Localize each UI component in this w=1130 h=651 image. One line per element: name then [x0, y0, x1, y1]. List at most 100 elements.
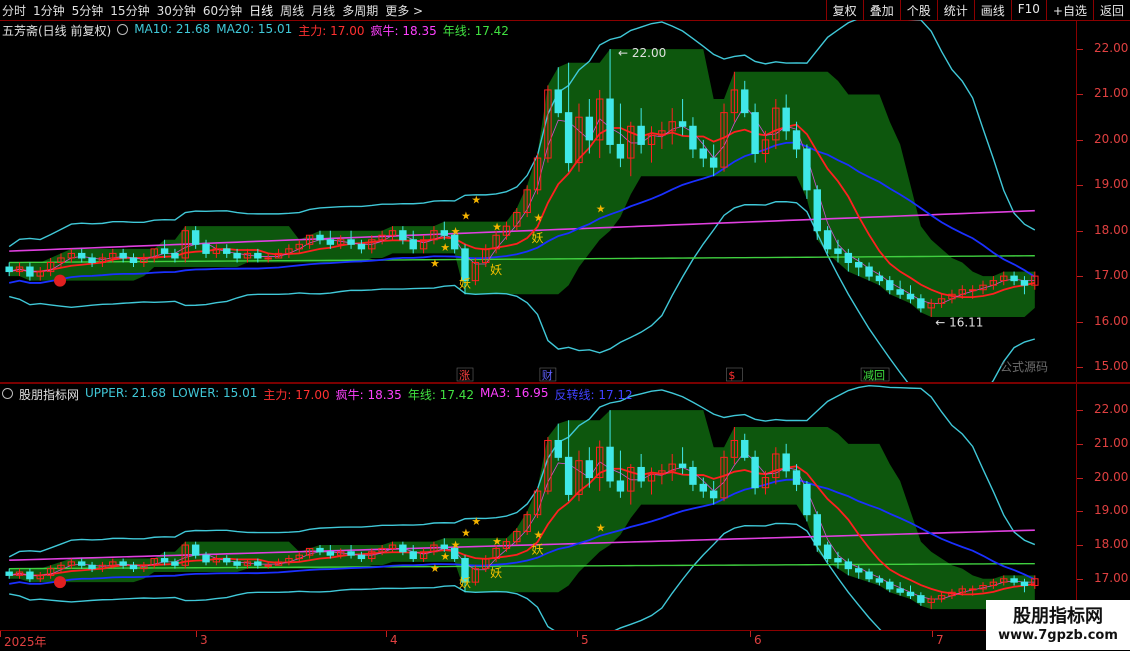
candle-body — [399, 544, 407, 553]
candle-body — [191, 544, 200, 556]
candle-body — [741, 89, 749, 114]
x-tick-label: 3 — [200, 633, 208, 647]
y-tick — [1077, 94, 1083, 96]
y-tick-label: 18.00 — [1094, 537, 1129, 552]
main-indicator-1: MA20: 15.01 — [216, 22, 293, 36]
x-tick — [196, 631, 197, 637]
indicator-legend: 股朋指标网 UPPER: 21.68 LOWER: 15.01 主力: 17.00 疯… — [2, 386, 633, 403]
yellow-star-icon: ★ — [492, 535, 502, 548]
toolbar-button-1[interactable]: 叠加 — [862, 0, 900, 20]
candle-body — [77, 561, 86, 566]
candle-body — [616, 143, 625, 159]
candle-body — [886, 581, 894, 590]
period-tab-5[interactable]: 60分钟 — [203, 2, 242, 19]
collapse-toggle-icon[interactable] — [117, 24, 129, 35]
candle-body — [129, 564, 138, 570]
candle-body — [564, 112, 573, 164]
candle-body — [347, 239, 355, 245]
candle-body — [751, 112, 759, 155]
period-tab-0[interactable]: 分时 — [2, 2, 26, 19]
indicator-panel[interactable]: 股朋指标网 UPPER: 21.68 LOWER: 15.01 主力: 17.00 疯… — [0, 384, 1076, 630]
y-tick — [1077, 545, 1083, 547]
sub-indicator-5: MA3: 16.95 — [480, 386, 549, 400]
site-logo: 股朋指标网 www.7gpzb.com — [986, 600, 1130, 650]
period-tab-7[interactable]: 周线 — [280, 2, 304, 19]
candle-body — [844, 561, 853, 570]
cai-marker: 财 — [542, 368, 553, 382]
period-tab-1[interactable]: 1分钟 — [33, 2, 65, 19]
main-legend: 五芳斋(日线 前复权) MA10: 21.68 MA20: 15.01 主力: 17… — [2, 22, 509, 39]
period-tab-4[interactable]: 30分钟 — [157, 2, 196, 19]
toolbar-button-0[interactable]: 复权 — [825, 0, 863, 20]
candle-body — [254, 561, 262, 566]
y-tick-label: 18.00 — [1094, 222, 1129, 237]
candle-body — [886, 280, 894, 291]
candle-body — [854, 568, 863, 573]
low-price-label: ← 16.11 — [935, 316, 983, 330]
yellow-star-icon: ★ — [430, 257, 440, 270]
yellow-star-icon: ★ — [492, 221, 502, 234]
candle-body — [834, 248, 842, 254]
candle-body — [803, 148, 811, 191]
yellow-star-icon: ★ — [440, 241, 450, 254]
candle-body — [357, 554, 366, 560]
candle-body — [409, 239, 417, 250]
period-tabs: 分时 1分钟 5分钟 15分钟 30分钟 60分钟 日线 周线 月线 多周期 更多 > — [2, 2, 423, 19]
candle-body — [896, 588, 904, 593]
toolbar-button-2[interactable]: 个股 — [899, 0, 937, 20]
y-tick-label: 22.00 — [1094, 41, 1129, 56]
jian-marker: 减回 — [863, 369, 885, 382]
y-tick — [1077, 511, 1083, 513]
logo-url: www.7gpzb.com — [998, 628, 1118, 643]
candle-body — [223, 558, 231, 563]
candle-body — [865, 266, 873, 277]
candle-body — [792, 130, 801, 150]
candle-body — [689, 466, 697, 485]
toolbar-button-7[interactable]: 返回 — [1092, 0, 1130, 20]
candle-body — [865, 571, 873, 580]
toolbar-buttons: 复权 叠加 个股 统计 画线 F10 +自选 返回 — [825, 0, 1130, 20]
period-tab-3[interactable]: 15分钟 — [110, 2, 149, 19]
toolbar-button-6[interactable]: +自选 — [1045, 0, 1093, 20]
y-tick — [1077, 443, 1083, 445]
toolbar-button-5[interactable]: F10 — [1010, 0, 1046, 20]
candle-body — [316, 547, 324, 553]
toolbar-button-4[interactable]: 画线 — [973, 0, 1011, 20]
candle-body — [823, 230, 832, 250]
yellow-star-icon: ★ — [471, 515, 481, 528]
candle-body — [254, 252, 262, 259]
candle-body — [585, 116, 594, 141]
candle-body — [906, 591, 915, 597]
sub-indicator-0: UPPER: 21.68 — [85, 386, 167, 400]
top-toolbar: 分时 1分钟 5分钟 15分钟 30分钟 60分钟 日线 周线 月线 多周期 更多 > 复权 叠加 个股… — [0, 0, 1130, 21]
candle-body — [88, 564, 96, 570]
y-tick — [1077, 230, 1083, 232]
candle-body — [709, 157, 718, 168]
main-kline-panel[interactable]: 五芳斋(日线 前复权) MA10: 21.68 MA20: 15.01 主力: 17… — [0, 20, 1076, 382]
period-tab-6[interactable]: 日线 — [249, 2, 273, 19]
main-kline-chart[interactable]: ★★★★★★★★妖妖妖← 22.00← 16.11涨财 $ 减回 — [0, 20, 1076, 382]
indicator-chart[interactable]: ★★★★★★★★妖妖妖 — [0, 384, 1076, 630]
candle-body — [326, 239, 335, 245]
logo-title: 股朋指标网 — [1013, 606, 1103, 627]
period-tab-9[interactable]: 多周期 — [342, 2, 378, 19]
candle-body — [1020, 280, 1029, 286]
stock-title: 五芳斋(日线 前复权) — [2, 24, 112, 38]
toolbar-button-3[interactable]: 统计 — [936, 0, 974, 20]
candle-body — [1010, 275, 1018, 282]
collapse-toggle-icon[interactable] — [2, 388, 13, 399]
period-tab-8[interactable]: 月线 — [311, 2, 335, 19]
candle-body — [119, 252, 127, 259]
candle-body — [347, 551, 355, 556]
candle-body — [782, 453, 790, 472]
yellow-star-icon: ★ — [451, 225, 461, 238]
candle-body — [875, 275, 884, 282]
candle-body — [906, 293, 915, 300]
price-axis-main: 22.00 21.00 20.00 19.00 18.00 17.00 16.00 15.00 — [1076, 20, 1130, 382]
period-tab-2[interactable]: 5分钟 — [72, 2, 104, 19]
candle-body — [1020, 581, 1029, 587]
sub-indicator-2: 主力: 17.00 — [263, 388, 330, 402]
candle-body — [875, 578, 884, 583]
y-tick — [1077, 578, 1083, 580]
period-tab-10[interactable]: 更多 > — [385, 2, 423, 19]
